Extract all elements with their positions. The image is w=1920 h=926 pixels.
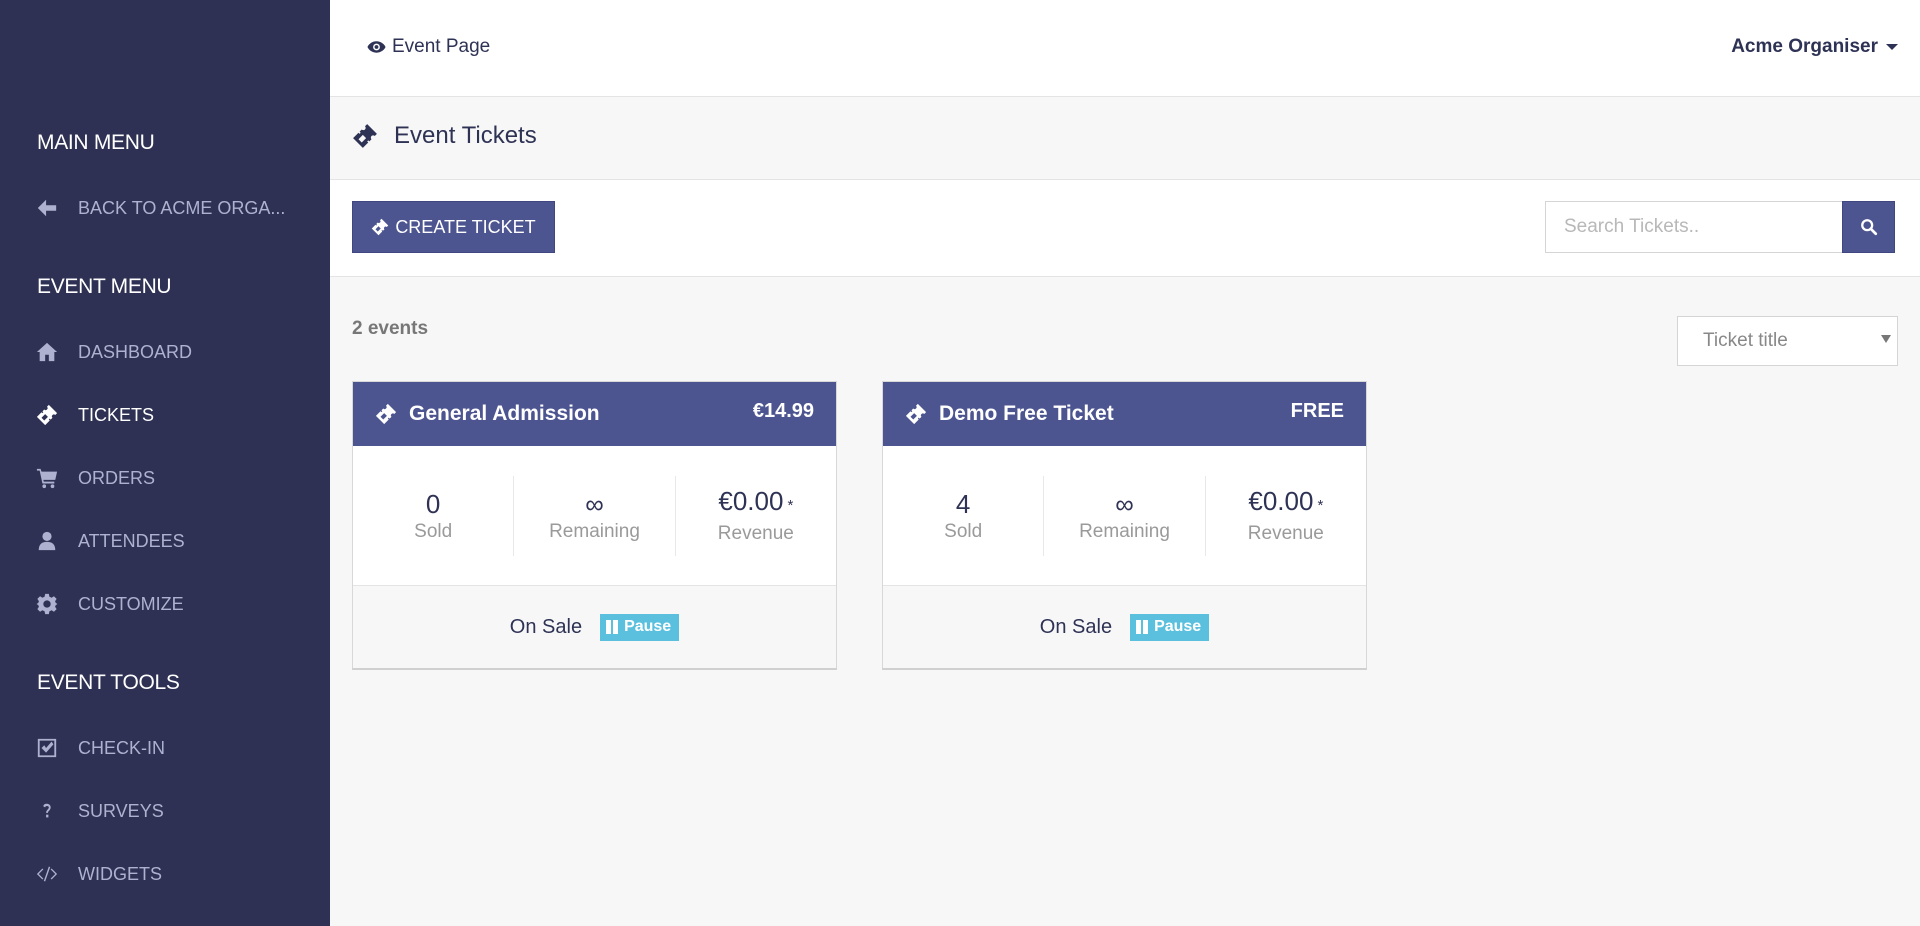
organiser-label: Acme Organiser bbox=[1731, 36, 1878, 57]
revenue-footnote-mark: * bbox=[1317, 497, 1324, 514]
sidebar-item-back[interactable]: BACK TO ACME ORGA... bbox=[34, 188, 324, 228]
stat-sold: 0 Sold bbox=[353, 475, 515, 556]
search-icon bbox=[1860, 219, 1877, 236]
sort-selected-value: Ticket title bbox=[1703, 330, 1788, 351]
search-input[interactable] bbox=[1545, 201, 1842, 253]
question-icon bbox=[34, 798, 60, 824]
ticket-stats: 0 Sold ∞ Remaining €0.00 * Revenue bbox=[353, 446, 836, 585]
revenue-label: Revenue bbox=[1247, 523, 1324, 544]
sort-select[interactable]: Ticket title bbox=[1677, 316, 1898, 366]
user-icon bbox=[34, 528, 60, 554]
sold-value: 4 bbox=[955, 488, 971, 519]
checkbox-icon bbox=[34, 735, 60, 761]
remaining-value: ∞ bbox=[1115, 488, 1134, 519]
sidebar-item-label: TICKETS bbox=[78, 404, 155, 425]
sidebar-item-label: BACK TO ACME ORGA... bbox=[78, 197, 286, 218]
ticket-icon bbox=[905, 403, 927, 425]
event-count: 2 events bbox=[352, 318, 429, 339]
pause-label: Pause bbox=[624, 618, 672, 635]
sidebar-item-attendees[interactable]: ATTENDEES bbox=[34, 521, 324, 561]
gear-icon bbox=[34, 591, 60, 617]
sidebar-item-label: CUSTOMIZE bbox=[78, 593, 184, 614]
revenue-label: Revenue bbox=[717, 523, 794, 544]
caret-down-icon bbox=[1886, 44, 1898, 50]
ticket-card-footer: On Sale Pause bbox=[883, 585, 1366, 668]
home-icon bbox=[34, 339, 60, 365]
create-ticket-button[interactable]: CREATE TICKET bbox=[352, 201, 555, 253]
sold-label: Sold bbox=[944, 520, 983, 542]
search-button[interactable] bbox=[1842, 201, 1895, 253]
stat-remaining: ∞ Remaining bbox=[514, 475, 676, 556]
arrow-left-icon bbox=[34, 195, 60, 221]
ticket-icon bbox=[353, 124, 377, 148]
top-bar: Event Page Acme Organiser bbox=[330, 0, 1920, 97]
main-menu-heading: MAIN MENU bbox=[37, 131, 155, 154]
revenue-value-wrap: €0.00 * bbox=[1206, 485, 1366, 522]
pause-label: Pause bbox=[1154, 618, 1202, 635]
remaining-label: Remaining bbox=[1079, 520, 1170, 542]
sidebar-item-customize[interactable]: CUSTOMIZE bbox=[34, 584, 324, 624]
pause-icon bbox=[1136, 620, 1150, 634]
sidebar-item-label: ORDERS bbox=[78, 467, 156, 488]
sidebar-item-surveys[interactable]: SURVEYS bbox=[34, 791, 324, 831]
ticket-title: Demo Free Ticket bbox=[939, 402, 1114, 425]
search-group bbox=[1545, 201, 1895, 253]
ticket-icon bbox=[34, 402, 60, 428]
page-header: Event Tickets bbox=[330, 97, 1920, 180]
revenue-value: €0.00 bbox=[1248, 486, 1314, 516]
ticket-title: General Admission bbox=[409, 402, 600, 425]
toolbar: CREATE TICKET bbox=[330, 180, 1920, 277]
event-tools-heading: EVENT TOOLS bbox=[37, 671, 180, 694]
sidebar-item-dashboard[interactable]: DASHBOARD bbox=[34, 332, 324, 372]
ticket-card-header[interactable]: Demo Free Ticket FREE bbox=[883, 382, 1366, 446]
select-arrow-icon bbox=[1881, 335, 1891, 343]
sidebar-item-label: CHECK-IN bbox=[78, 737, 166, 758]
cart-icon bbox=[34, 465, 60, 491]
revenue-value: €0.00 bbox=[718, 486, 784, 516]
ticket-card-header[interactable]: General Admission €14.99 bbox=[353, 382, 836, 446]
pause-button[interactable]: Pause bbox=[600, 613, 680, 641]
ticket-status: On Sale bbox=[509, 615, 583, 638]
remaining-value: ∞ bbox=[585, 488, 604, 519]
sold-value: 0 bbox=[425, 488, 441, 519]
sidebar-item-tickets[interactable]: TICKETS bbox=[34, 395, 324, 435]
pause-icon bbox=[606, 620, 620, 634]
create-ticket-label: CREATE TICKET bbox=[395, 216, 536, 237]
code-icon bbox=[34, 861, 60, 887]
ticket-price: €14.99 bbox=[752, 400, 814, 422]
ticket-card: General Admission €14.99 0 Sold ∞ Remain… bbox=[352, 381, 837, 670]
eye-icon bbox=[367, 41, 386, 53]
sidebar-item-label: ATTENDEES bbox=[78, 530, 185, 551]
event-menu-heading: EVENT MENU bbox=[37, 275, 172, 298]
stat-revenue: €0.00 * Revenue bbox=[1206, 476, 1366, 556]
ticket-card: Demo Free Ticket FREE 4 Sold ∞ Remaining… bbox=[882, 381, 1367, 670]
sidebar: MAIN MENU BACK TO ACME ORGA... EVENT MEN… bbox=[0, 0, 330, 926]
sidebar-item-label: SURVEYS bbox=[78, 800, 164, 821]
ticket-status: On Sale bbox=[1039, 615, 1113, 638]
organiser-menu[interactable]: Acme Organiser bbox=[1731, 36, 1898, 58]
ticket-price: FREE bbox=[1290, 400, 1344, 422]
ticket-icon bbox=[375, 403, 397, 425]
remaining-label: Remaining bbox=[549, 520, 640, 542]
ticket-card-footer: On Sale Pause bbox=[353, 585, 836, 668]
event-page-label: Event Page bbox=[392, 36, 491, 57]
sidebar-item-widgets[interactable]: WIDGETS bbox=[34, 854, 324, 894]
revenue-footnote-mark: * bbox=[787, 497, 794, 514]
ticket-icon bbox=[372, 218, 389, 236]
ticket-stats: 4 Sold ∞ Remaining €0.00 * Revenue bbox=[883, 446, 1366, 585]
sidebar-item-check-in[interactable]: CHECK-IN bbox=[34, 728, 324, 768]
pause-button[interactable]: Pause bbox=[1130, 613, 1210, 641]
stat-remaining: ∞ Remaining bbox=[1044, 475, 1206, 556]
page-title: Event Tickets bbox=[394, 122, 537, 149]
sidebar-item-orders[interactable]: ORDERS bbox=[34, 458, 324, 498]
sidebar-item-label: WIDGETS bbox=[78, 863, 162, 884]
sidebar-item-label: DASHBOARD bbox=[78, 341, 193, 362]
revenue-value-wrap: €0.00 * bbox=[676, 485, 836, 522]
event-page-link[interactable]: Event Page bbox=[367, 36, 490, 58]
sold-label: Sold bbox=[414, 520, 453, 542]
stat-revenue: €0.00 * Revenue bbox=[676, 476, 836, 556]
stat-sold: 4 Sold bbox=[883, 475, 1045, 556]
